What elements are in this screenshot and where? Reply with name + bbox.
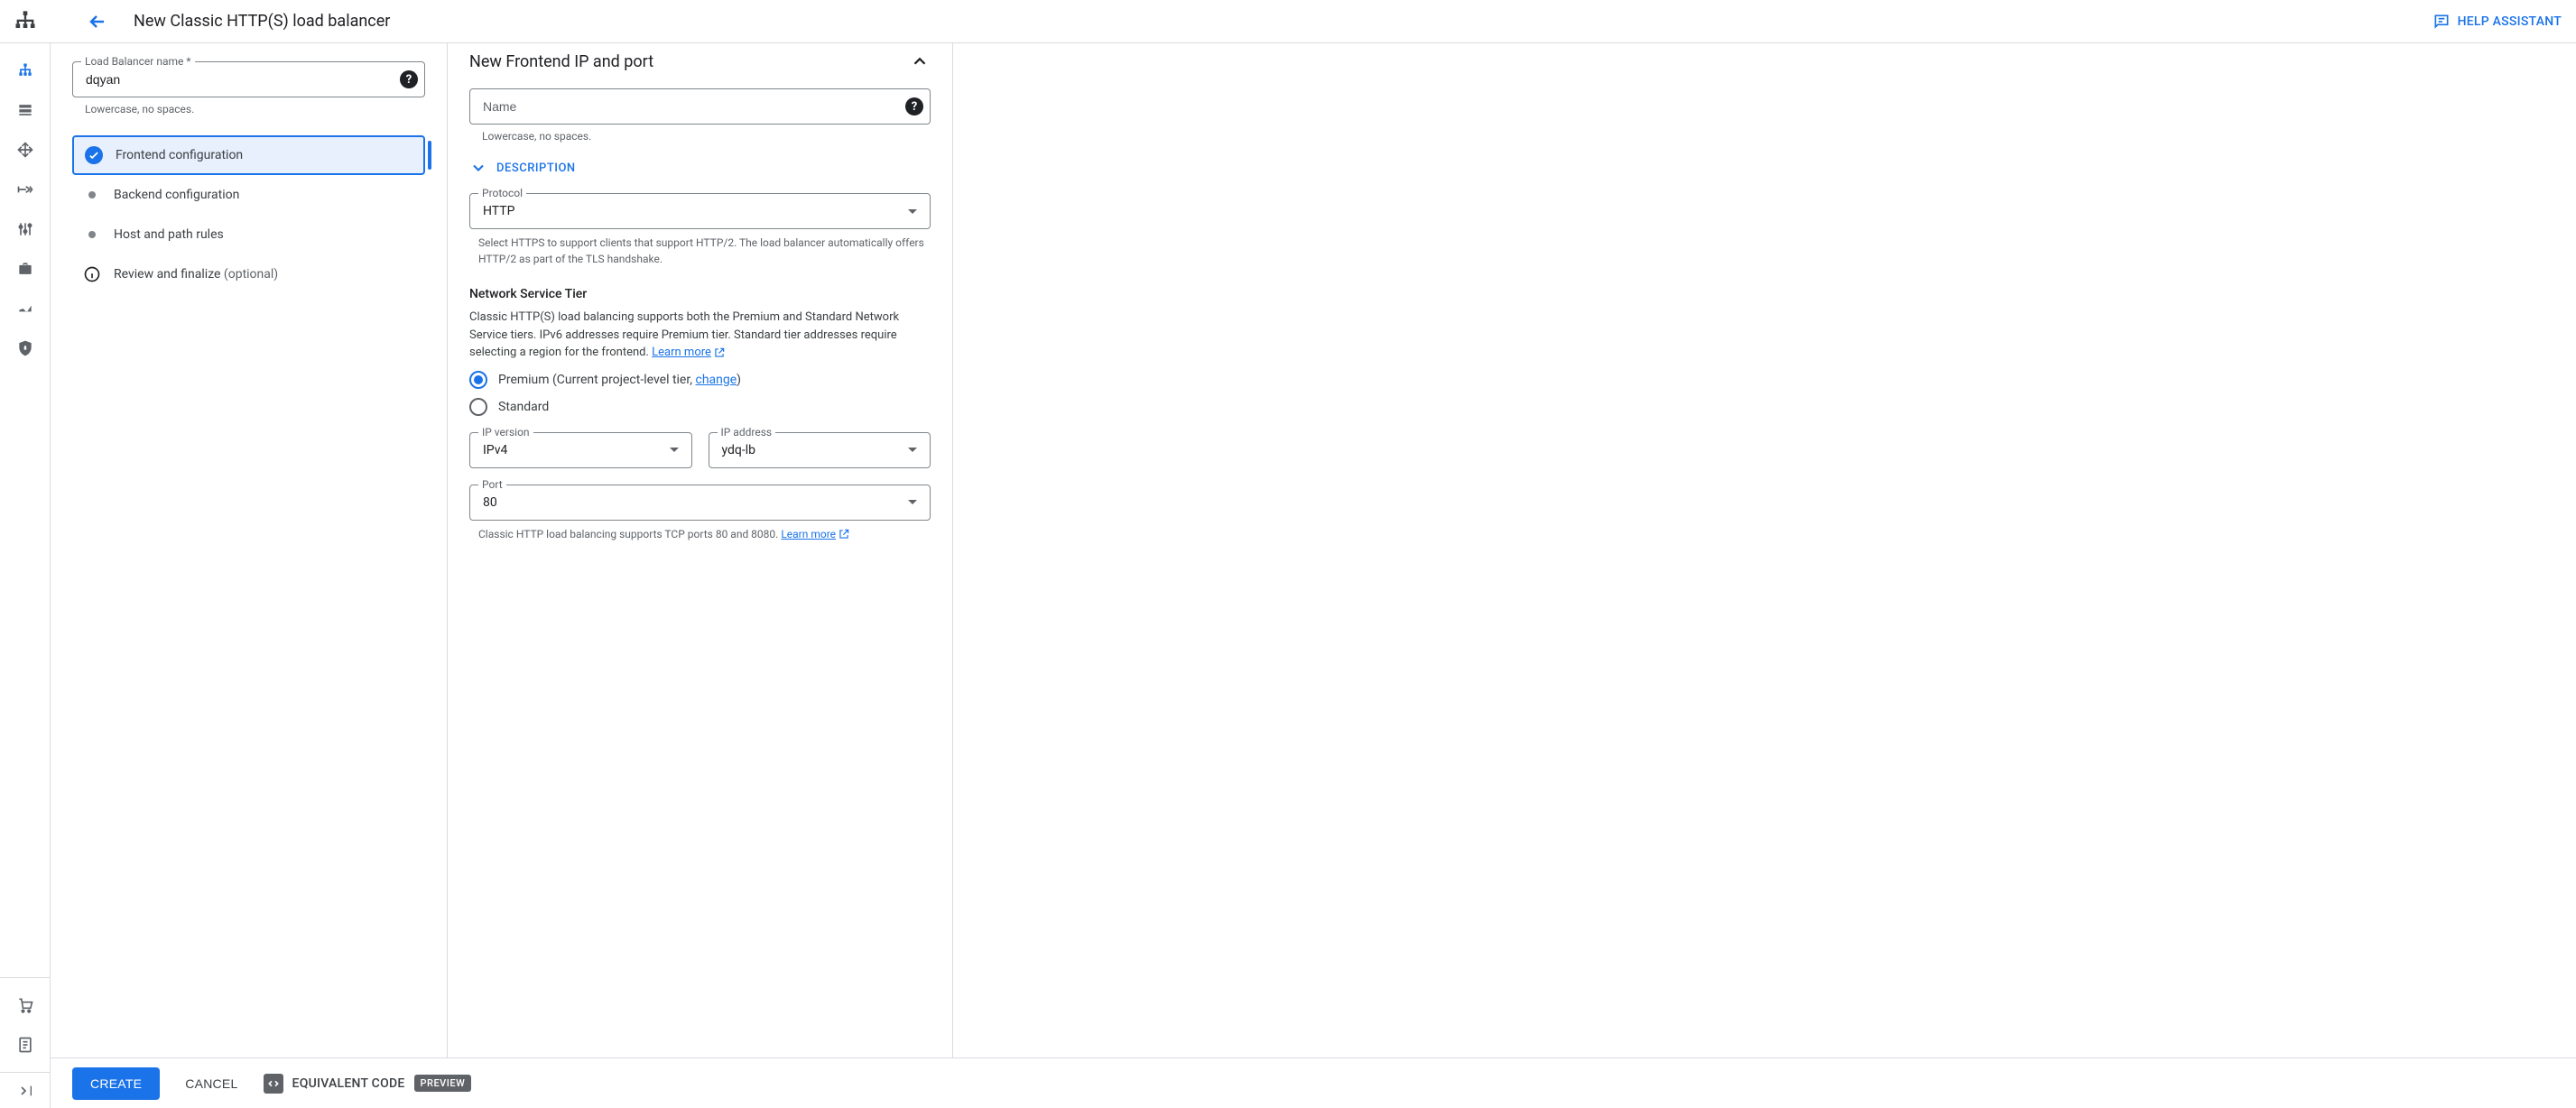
ip-address-value: ydq-lb xyxy=(722,443,756,457)
rail-tune-icon[interactable] xyxy=(7,211,43,247)
cancel-button[interactable]: CANCEL xyxy=(178,1067,245,1100)
chat-icon xyxy=(2432,13,2451,31)
help-icon[interactable]: ? xyxy=(400,70,418,88)
step-label: Review and finalize (optional) xyxy=(114,267,278,282)
step-host-path-rules[interactable]: Host and path rules xyxy=(72,215,425,254)
lb-name-field: Load Balancer name * ? xyxy=(72,61,425,97)
dropdown-arrow-icon xyxy=(908,448,917,452)
create-button[interactable]: CREATE xyxy=(72,1067,160,1100)
ip-version-field: IP version IPv4 xyxy=(469,432,692,468)
detail-panel: New Frontend IP and port ? Lowercase, no… xyxy=(448,43,953,1057)
code-icon xyxy=(264,1074,283,1094)
dot-icon xyxy=(88,231,96,238)
port-help: Classic HTTP load balancing supports TCP… xyxy=(478,526,931,542)
rail-move-icon[interactable] xyxy=(7,132,43,168)
step-label: Host and path rules xyxy=(114,227,224,242)
product-icon xyxy=(13,9,38,34)
rail-expand-button[interactable] xyxy=(0,1072,51,1108)
ip-version-label: IP version xyxy=(478,426,533,439)
step-backend-config[interactable]: Backend configuration xyxy=(72,175,425,215)
dropdown-arrow-icon xyxy=(908,500,917,504)
protocol-label: Protocol xyxy=(478,187,526,199)
rail-speed-icon[interactable] xyxy=(7,291,43,327)
protocol-select[interactable]: HTTP xyxy=(469,193,931,229)
rail-marketplace-icon[interactable] xyxy=(7,987,43,1023)
radio-icon xyxy=(469,371,487,389)
equivalent-code-label: EQUIVALENT CODE xyxy=(292,1076,405,1091)
rail-backends-icon[interactable] xyxy=(7,92,43,128)
description-toggle[interactable]: DESCRIPTION xyxy=(469,159,931,177)
lb-name-hint: Lowercase, no spaces. xyxy=(85,103,425,115)
chevron-down-icon xyxy=(469,159,487,177)
dropdown-arrow-icon xyxy=(670,448,679,452)
footer: CREATE CANCEL EQUIVALENT CODE PREVIEW xyxy=(51,1057,2576,1108)
external-link-icon xyxy=(713,346,726,359)
protocol-value: HTTP xyxy=(483,204,514,218)
port-label: Port xyxy=(478,478,506,491)
frontend-name-hint: Lowercase, no spaces. xyxy=(482,130,931,143)
config-panel: Load Balancer name * ? Lowercase, no spa… xyxy=(51,43,448,1057)
help-assistant-button[interactable]: HELP ASSISTANT xyxy=(2432,13,2562,31)
step-label: Frontend configuration xyxy=(116,148,243,162)
rail-load-balancing-icon[interactable] xyxy=(7,52,43,88)
collapse-button[interactable] xyxy=(909,51,931,72)
network-tier-heading: Network Service Tier xyxy=(469,287,931,301)
network-tier-body: Classic HTTP(S) load balancing supports … xyxy=(469,309,931,362)
rail-security-icon[interactable] xyxy=(7,330,43,366)
radio-icon xyxy=(469,398,487,416)
back-button[interactable] xyxy=(79,4,116,40)
topbar: New Classic HTTP(S) load balancer HELP A… xyxy=(0,0,2576,43)
protocol-field: Protocol HTTP xyxy=(469,193,931,229)
port-select[interactable]: 80 xyxy=(469,485,931,521)
ip-address-field: IP address ydq-lb xyxy=(709,432,931,468)
side-rail xyxy=(0,43,51,1108)
frontend-section-title: New Frontend IP and port xyxy=(469,52,653,71)
preview-badge: PREVIEW xyxy=(414,1075,472,1092)
external-link-icon xyxy=(838,528,850,540)
port-field: Port 80 xyxy=(469,485,931,521)
tier-premium-label: Premium (Current project-level tier, cha… xyxy=(498,373,741,387)
lb-name-label: Load Balancer name * xyxy=(81,55,195,68)
rail-briefcase-icon[interactable] xyxy=(7,251,43,287)
tier-change-link[interactable]: change xyxy=(695,373,737,387)
step-frontend-config[interactable]: Frontend configuration xyxy=(72,135,425,175)
rail-release-notes-icon[interactable] xyxy=(7,1027,43,1063)
ip-address-label: IP address xyxy=(718,426,776,439)
tier-standard-label: Standard xyxy=(498,400,549,414)
frontend-name-input[interactable] xyxy=(469,88,931,125)
ip-version-value: IPv4 xyxy=(483,443,507,457)
protocol-help: Select HTTPS to support clients that sup… xyxy=(478,235,931,267)
dot-icon xyxy=(88,191,96,199)
description-toggle-label: DESCRIPTION xyxy=(496,162,576,175)
tier-standard-radio[interactable]: Standard xyxy=(469,398,931,416)
info-icon xyxy=(83,265,101,283)
check-icon xyxy=(85,146,103,164)
tier-radio-group: Premium (Current project-level tier, cha… xyxy=(469,371,931,416)
step-review-finalize[interactable]: Review and finalize (optional) xyxy=(72,254,425,294)
tier-premium-radio[interactable]: Premium (Current project-level tier, cha… xyxy=(469,371,931,389)
rail-forward-icon[interactable] xyxy=(7,171,43,208)
page-title: New Classic HTTP(S) load balancer xyxy=(134,12,390,31)
step-label: Backend configuration xyxy=(114,188,239,202)
dropdown-arrow-icon xyxy=(908,209,917,214)
help-icon[interactable]: ? xyxy=(905,97,923,115)
port-learn-more-link[interactable]: Learn more xyxy=(781,526,850,542)
equivalent-code-button[interactable]: EQUIVALENT CODE PREVIEW xyxy=(264,1074,472,1094)
port-value: 80 xyxy=(483,495,497,510)
help-assistant-label: HELP ASSISTANT xyxy=(2458,14,2562,29)
frontend-name-field: ? xyxy=(469,88,931,125)
tier-learn-more-link[interactable]: Learn more xyxy=(652,344,726,362)
